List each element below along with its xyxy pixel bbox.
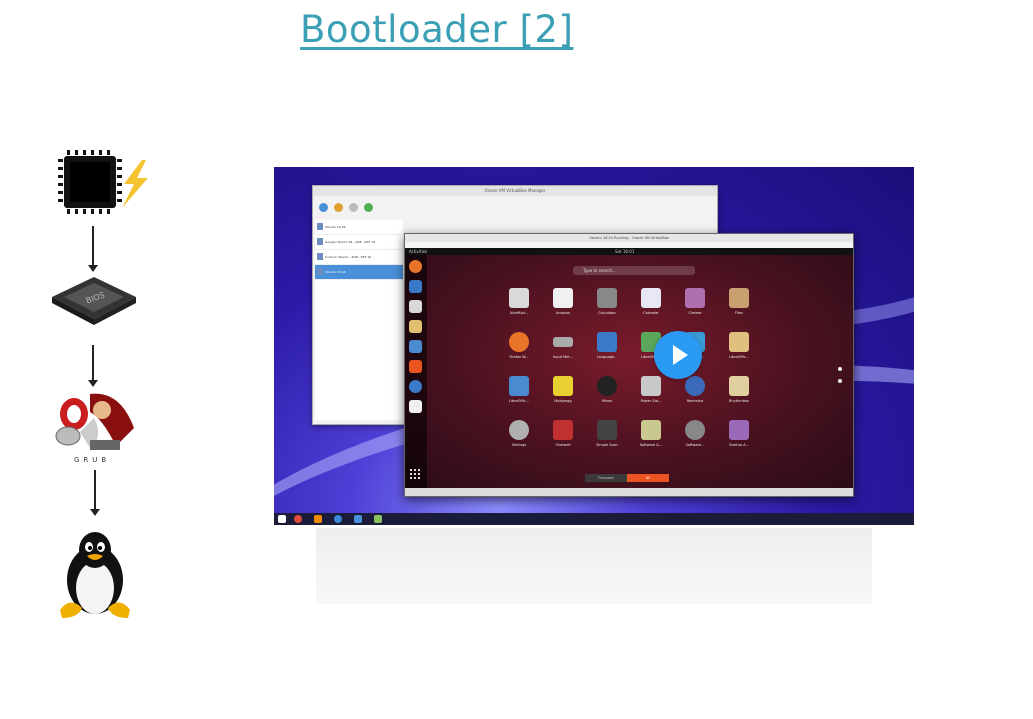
activities-button[interactable]: Activities xyxy=(409,249,427,254)
libreoffice-impress-icon xyxy=(729,332,749,352)
calendar-icon xyxy=(641,288,661,308)
rhythmbox-icon[interactable] xyxy=(409,320,422,333)
power-statistics-icon xyxy=(641,376,661,396)
firefox-icon xyxy=(509,332,529,352)
vm-list-item[interactable]: Cudnux Ubuntu - 4GB - RPT 16 xyxy=(315,250,403,265)
flow-arrow xyxy=(88,345,98,387)
grub-mascot-icon: GRUB xyxy=(50,388,140,468)
help-icon[interactable] xyxy=(409,380,422,393)
windows-start-icon[interactable] xyxy=(278,515,286,523)
tab-frequent[interactable]: Frequent xyxy=(585,474,627,482)
chrome-icon[interactable] xyxy=(294,515,302,523)
vm-list-item[interactable]: Google Ubuntu 18 - 4GB - RPT 19 xyxy=(315,235,403,250)
slide-title: Bootloader [2] xyxy=(300,8,574,51)
shotwell-icon xyxy=(553,420,573,440)
ubuntu-dock xyxy=(405,255,427,488)
boot-flow: BIOS GRUB xyxy=(40,150,150,630)
ubuntu-top-bar: Activities Sat 16:01 xyxy=(405,248,853,255)
vm-status-bar xyxy=(405,488,853,496)
app-icon[interactable]: Mines xyxy=(589,376,625,403)
thunderbird-icon[interactable] xyxy=(409,280,422,293)
screenshot-reflection xyxy=(316,528,872,604)
remmina-icon xyxy=(685,376,705,396)
vbox-title: Oracle VM VirtualBox Manager xyxy=(313,186,717,196)
app-icon[interactable]: Language... xyxy=(589,332,625,359)
show-apps-icon[interactable] xyxy=(409,468,421,480)
app-taskbar-icon[interactable] xyxy=(374,515,382,523)
cheese-icon xyxy=(685,288,705,308)
tux-penguin-icon xyxy=(56,528,134,624)
simple-scan-icon xyxy=(597,420,617,440)
flow-arrow xyxy=(88,226,98,272)
new-vm-icon[interactable] xyxy=(319,202,328,212)
startup-apps-icon xyxy=(729,420,749,440)
windows-taskbar xyxy=(274,513,914,525)
vlc-icon[interactable] xyxy=(314,515,322,523)
app-icon[interactable]: AisleRiot... xyxy=(501,288,537,315)
tab-all[interactable]: All xyxy=(627,474,669,482)
bios-chip-icon: BIOS xyxy=(50,275,138,331)
app-icon[interactable]: Calendar xyxy=(633,288,669,315)
app-icon[interactable]: Input Met... xyxy=(545,332,581,359)
cpu-chip-icon xyxy=(58,150,148,224)
edge-icon[interactable] xyxy=(334,515,342,523)
app-icon[interactable]: Calculator xyxy=(589,288,625,315)
rhythmbox-icon xyxy=(729,376,749,396)
discard-icon[interactable] xyxy=(349,202,358,212)
virtualbox-icon[interactable] xyxy=(354,515,362,523)
amazon-icon[interactable] xyxy=(409,400,422,413)
clock: Sat 16:01 xyxy=(615,249,635,254)
app-icon[interactable]: Shotwell xyxy=(545,420,581,447)
app-icon[interactable]: Firefox W... xyxy=(501,332,537,359)
app-icon[interactable]: Software... xyxy=(677,420,713,447)
mahjongg-icon xyxy=(553,376,573,396)
app-icon[interactable]: Simple Scan xyxy=(589,420,625,447)
app-icon[interactable]: Amazon xyxy=(545,288,581,315)
software-updates-icon xyxy=(641,420,661,440)
ubuntu-desktop: Activities Sat 16:01 Type to search... A… xyxy=(405,248,853,488)
app-icon[interactable]: LibreOffic... xyxy=(721,332,757,359)
vm-list: Ubuntu 16.04 Google Ubuntu 18 - 4GB - RP… xyxy=(315,220,403,420)
software-icon[interactable] xyxy=(409,360,422,373)
vm-list-item[interactable]: Ubuntu 18.04 xyxy=(315,265,403,280)
language-icon xyxy=(597,332,617,352)
app-icon[interactable]: Settings xyxy=(501,420,537,447)
grub-label: GRUB xyxy=(74,456,110,464)
aisleriot-icon xyxy=(509,288,529,308)
input-method-icon xyxy=(553,337,573,347)
settings-icon xyxy=(509,420,529,440)
app-icon[interactable]: Power Sta... xyxy=(633,376,669,403)
mines-icon xyxy=(597,376,617,396)
app-grid-tabs: Frequent All xyxy=(585,474,669,482)
play-video-button[interactable] xyxy=(654,331,702,379)
vbox-toolbar xyxy=(313,196,717,218)
ubuntu-window-title: Ubuntu 18.04 Running - Oracle VM Virtual… xyxy=(405,234,853,242)
search-input[interactable]: Type to search... xyxy=(573,266,695,275)
virtualbox-screenshot: Oracle VM VirtualBox Manager Ubuntu 16.0… xyxy=(274,167,914,525)
app-icon[interactable]: Startup A... xyxy=(721,420,757,447)
software-icon xyxy=(685,420,705,440)
app-icon[interactable]: Software &... xyxy=(633,420,669,447)
ubuntu-vm-window: Ubuntu 18.04 Running - Oracle VM Virtual… xyxy=(404,233,854,497)
app-icon[interactable]: LibreOffic... xyxy=(501,376,537,403)
files-icon[interactable] xyxy=(409,300,422,313)
amazon-icon xyxy=(553,288,573,308)
app-icon[interactable]: Files xyxy=(721,288,757,315)
app-icon[interactable]: Cheese xyxy=(677,288,713,315)
app-icon[interactable]: Remmina xyxy=(677,376,713,403)
start-icon[interactable] xyxy=(364,202,373,212)
writer-icon[interactable] xyxy=(409,340,422,353)
vm-list-item[interactable]: Ubuntu 16.04 xyxy=(315,220,403,235)
calculator-icon xyxy=(597,288,617,308)
files-icon xyxy=(729,288,749,308)
app-icon[interactable]: Rhythmbox xyxy=(721,376,757,403)
settings-icon[interactable] xyxy=(334,202,343,212)
libreoffice-writer-icon xyxy=(509,376,529,396)
flow-arrow xyxy=(90,470,100,516)
app-icon[interactable]: Mahjongg xyxy=(545,376,581,403)
firefox-icon[interactable] xyxy=(409,260,422,273)
scroll-indicator xyxy=(838,367,842,387)
